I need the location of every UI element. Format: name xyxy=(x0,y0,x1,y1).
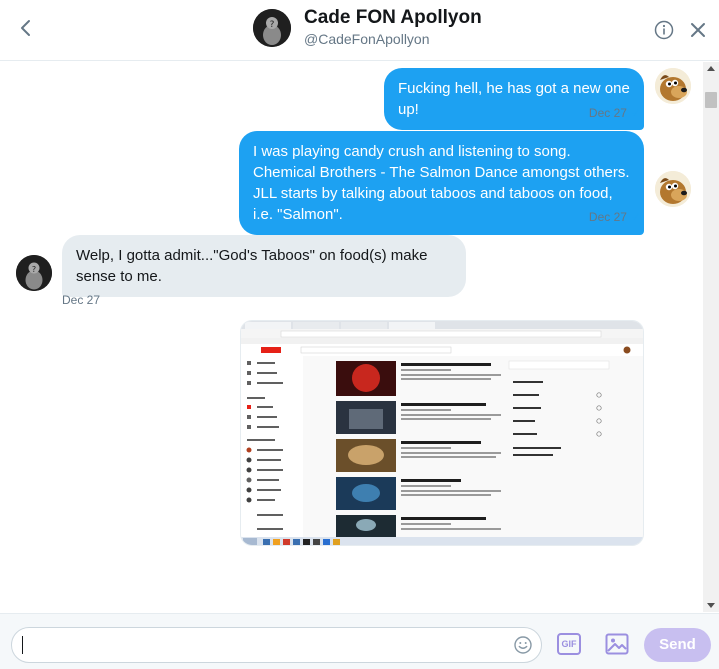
message-input-container[interactable] xyxy=(11,627,542,663)
conversation-header: ? Cade FON Apollyon @CadeFonApollyon xyxy=(0,0,719,61)
close-icon[interactable] xyxy=(688,20,708,40)
user-avatar[interactable] xyxy=(655,171,691,207)
contact-avatar-small[interactable]: ? xyxy=(16,255,52,291)
message-bubble-incoming[interactable]: Welp, I gotta admit..."God's Taboos" on … xyxy=(62,235,466,297)
gif-button[interactable]: GIF xyxy=(557,633,581,655)
read-check-icon: ✓ xyxy=(630,210,641,224)
contact-name[interactable]: Cade FON Apollyon xyxy=(304,7,482,29)
message-text: I was playing candy crush and listening … xyxy=(253,143,630,223)
message-composer: GIF Send xyxy=(0,613,719,669)
svg-text:?: ? xyxy=(32,265,36,274)
user-avatar[interactable] xyxy=(655,68,691,104)
scroll-up-arrow-icon[interactable] xyxy=(707,66,715,71)
contact-avatar[interactable]: ? xyxy=(253,9,291,47)
attached-image[interactable] xyxy=(240,320,644,546)
message-list[interactable]: Fucking hell, he has got a new one up! D… xyxy=(0,62,719,612)
emoji-icon[interactable] xyxy=(513,635,533,655)
scrollbar[interactable] xyxy=(703,62,719,612)
scrollbar-thumb[interactable] xyxy=(705,92,717,108)
info-icon[interactable] xyxy=(654,20,674,40)
message-bubble-outgoing[interactable]: Fucking hell, he has got a new one up! xyxy=(384,68,644,130)
youtube-screenshot-thumbnail xyxy=(241,321,643,545)
contact-handle[interactable]: @CadeFonApollyon xyxy=(304,31,430,47)
text-caret xyxy=(22,636,23,654)
message-timestamp: Dec 27 ✓ xyxy=(588,210,641,224)
image-upload-icon[interactable] xyxy=(605,633,629,655)
read-check-icon: ✓ xyxy=(630,106,641,120)
scroll-down-arrow-icon[interactable] xyxy=(707,603,715,608)
message-text: Welp, I gotta admit..."God's Taboos" on … xyxy=(76,247,428,285)
message-input[interactable] xyxy=(30,628,500,662)
message-timestamp: Dec 27 xyxy=(62,293,101,307)
message-bubble-outgoing[interactable]: I was playing candy crush and listening … xyxy=(239,131,644,235)
send-button[interactable]: Send xyxy=(644,628,711,662)
back-arrow-icon[interactable] xyxy=(14,16,38,40)
svg-text:?: ? xyxy=(270,20,275,30)
message-timestamp: Dec 27 ✓ xyxy=(588,106,641,120)
